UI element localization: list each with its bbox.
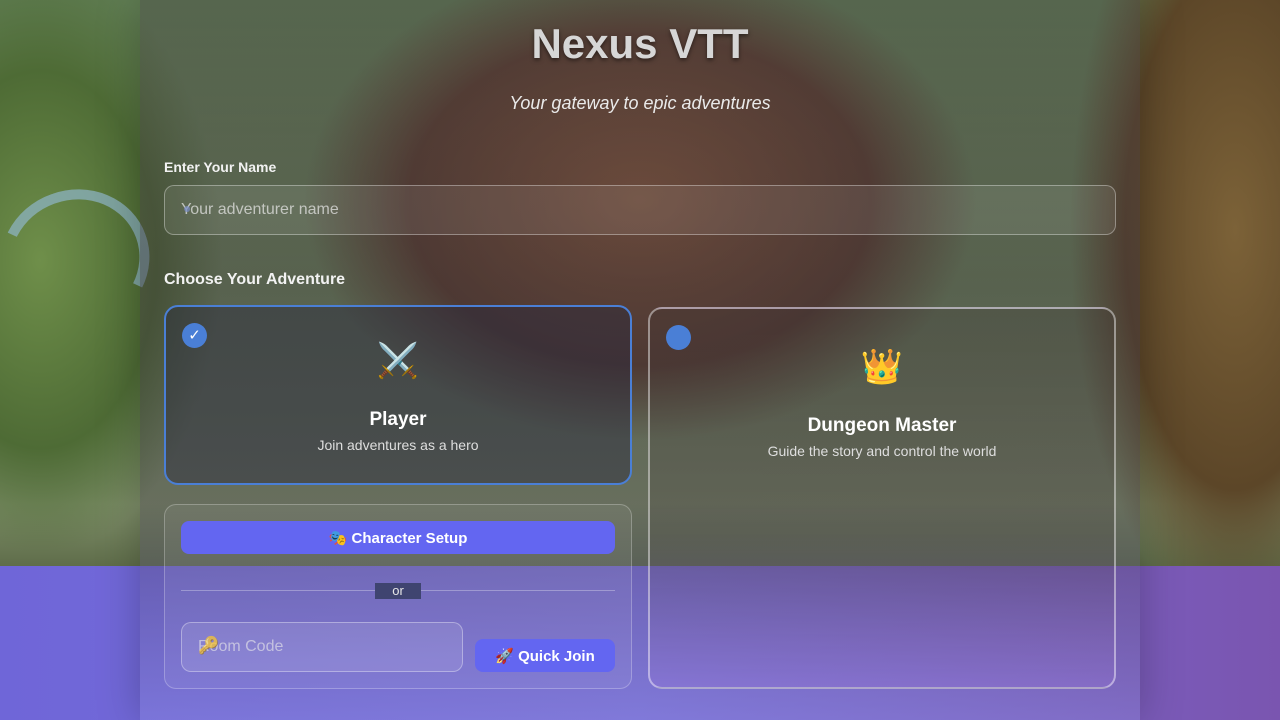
- user-icon: ●: [183, 200, 192, 216]
- room-code-container: 🔑: [181, 622, 463, 672]
- name-input[interactable]: [165, 186, 1115, 234]
- login-panel: Nexus VTT Your gateway to epic adventure…: [140, 0, 1140, 720]
- role-description-player: Join adventures as a hero: [317, 437, 479, 453]
- rocket-icon: 🚀: [495, 647, 514, 665]
- app-subtitle: Your gateway to epic adventures: [509, 93, 771, 113]
- character-setup-button[interactable]: 🎭 Character Setup: [181, 521, 615, 554]
- radio-icon: [666, 325, 691, 350]
- check-icon: ✓: [182, 323, 207, 348]
- name-label: Enter Your Name: [164, 159, 277, 175]
- role-card-player[interactable]: ✓ ⚔️ Player Join adventures as a hero: [164, 305, 632, 485]
- role-title-player: Player: [369, 409, 427, 430]
- adventure-label: Choose Your Adventure: [164, 271, 346, 288]
- room-code-input[interactable]: [182, 623, 462, 671]
- key-icon: 🔑: [198, 636, 220, 655]
- crossed-swords-icon: ⚔️: [376, 342, 420, 380]
- theater-masks-icon: 🎭: [328, 529, 348, 547]
- crown-icon: 👑: [860, 348, 904, 386]
- quick-join-button[interactable]: 🚀 Quick Join: [475, 639, 615, 672]
- name-field-container: ●: [164, 185, 1116, 235]
- quick-join-label: Quick Join: [518, 647, 595, 665]
- app-title: Nexus VTT: [531, 20, 749, 67]
- divider-text: or: [375, 583, 421, 599]
- role-title-dungeon-master: Dungeon Master: [807, 415, 957, 436]
- role-card-dungeon-master[interactable]: 👑 Dungeon Master Guide the story and con…: [648, 307, 1116, 689]
- player-join-box: 🎭 Character Setup or 🔑 🚀 Quick Join: [164, 504, 632, 689]
- character-setup-label: Character Setup: [351, 529, 468, 547]
- role-description-dungeon-master: Guide the story and control the world: [767, 443, 997, 459]
